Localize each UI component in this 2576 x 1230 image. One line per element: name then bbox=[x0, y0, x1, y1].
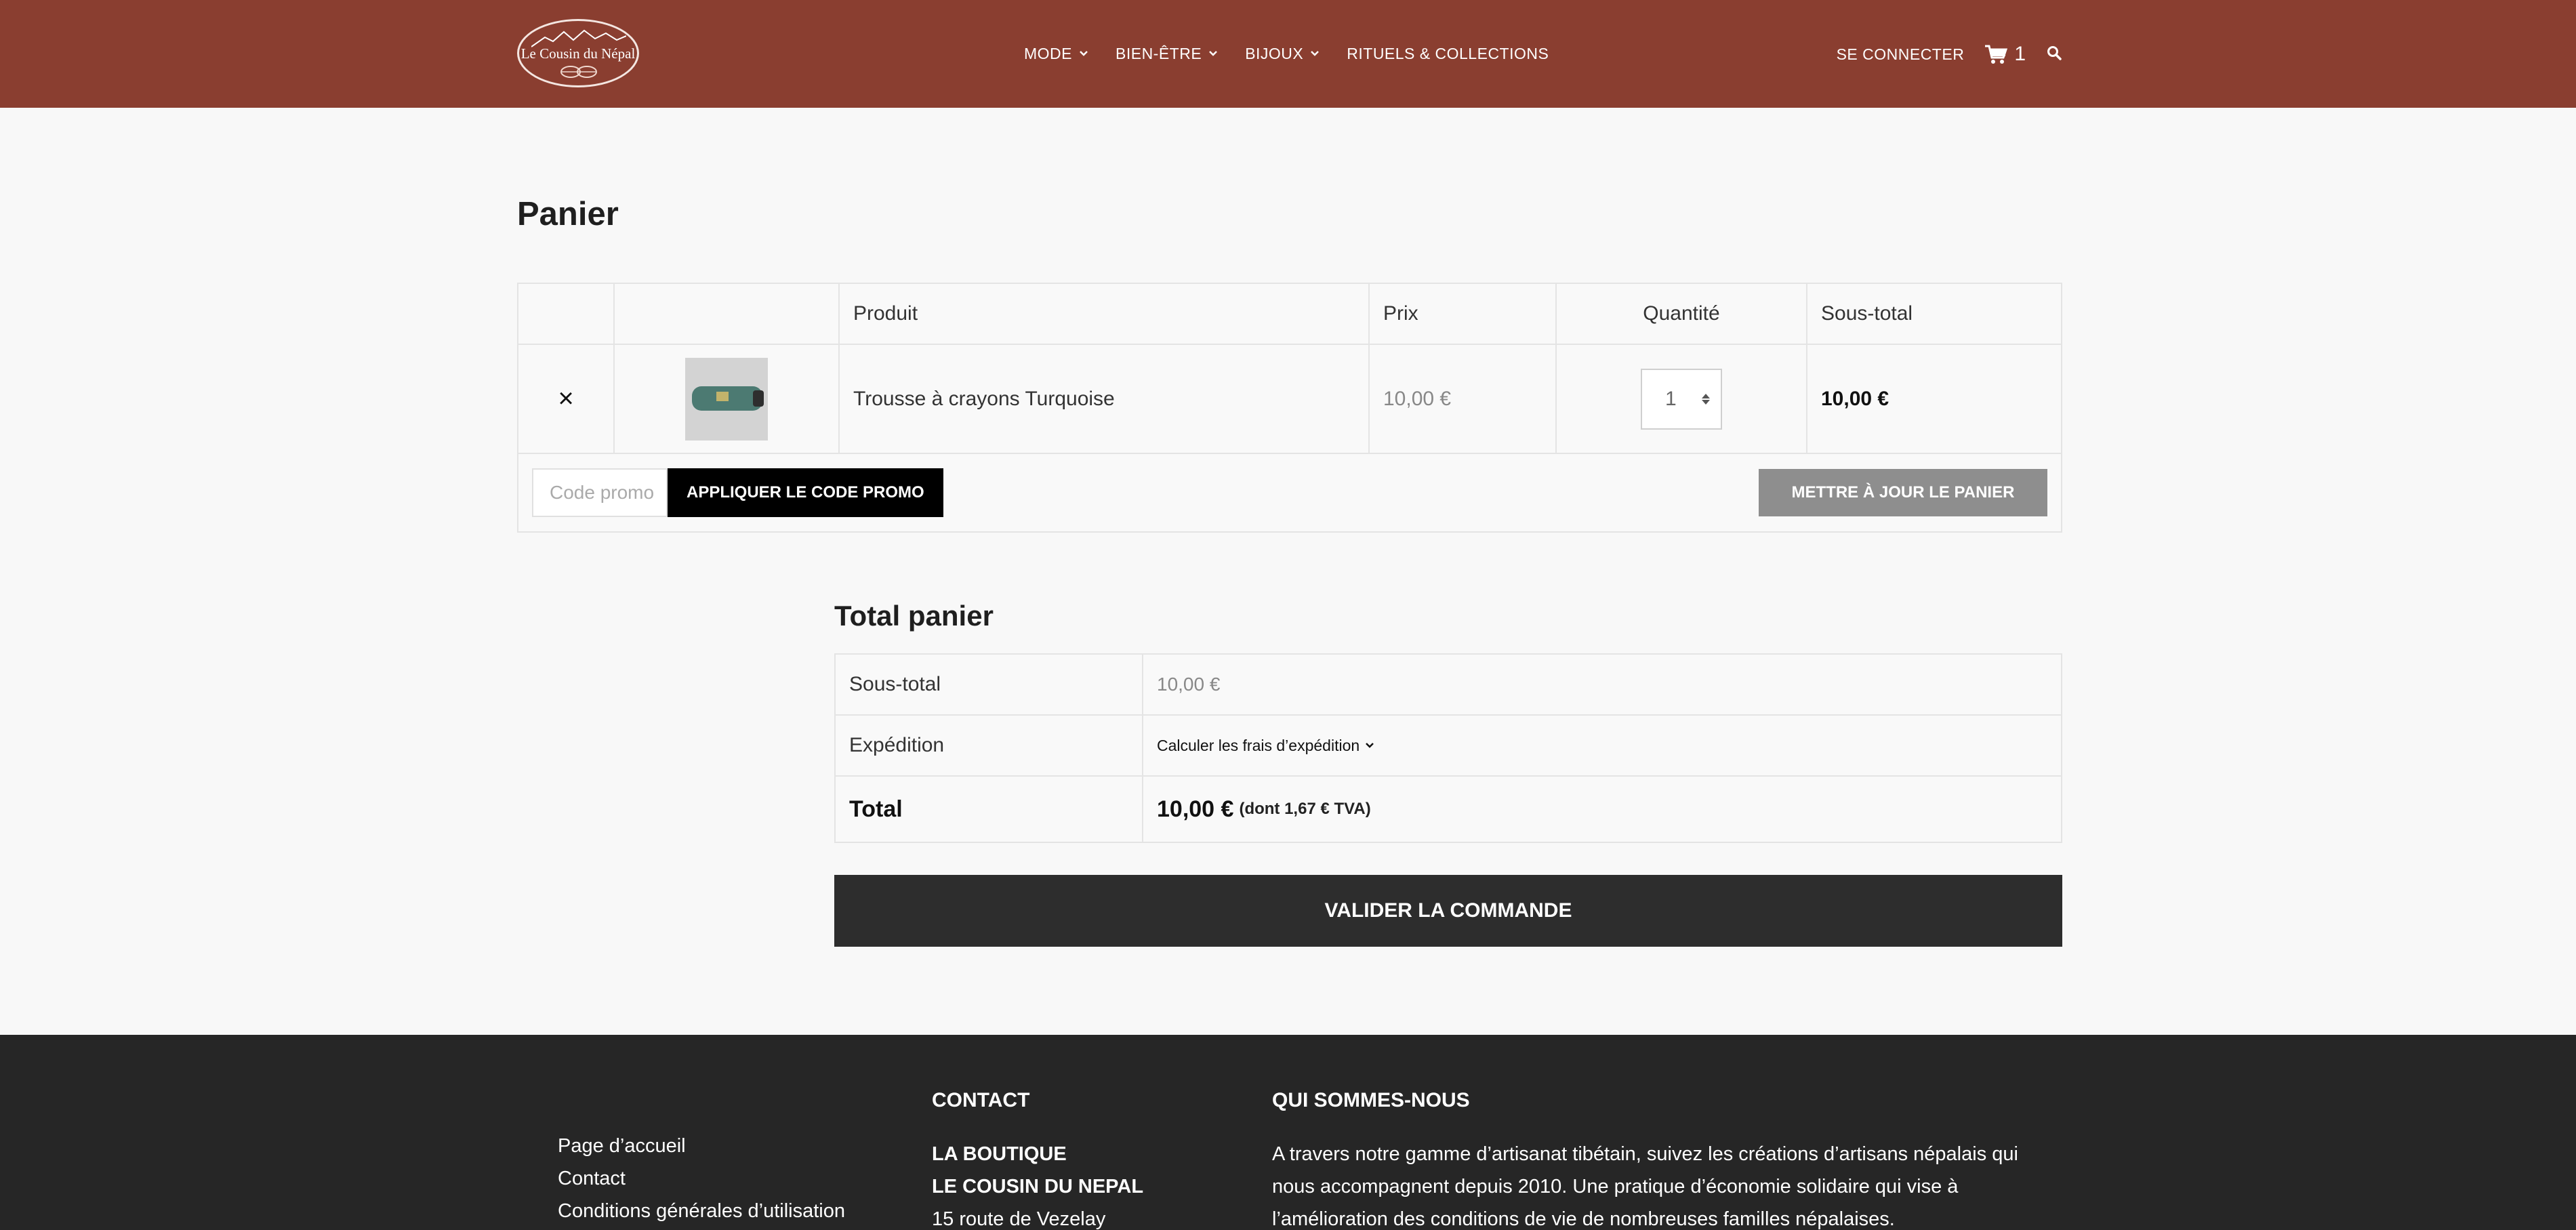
cart-count: 1 bbox=[2014, 43, 2026, 65]
ornament-icon bbox=[560, 66, 597, 78]
footer-about-title: QUI SOMMES-NOUS bbox=[1272, 1089, 1470, 1111]
nav-item-rituels-collections[interactable]: RITUELS & COLLECTIONS bbox=[1347, 45, 1549, 63]
search-icon bbox=[2047, 45, 2062, 60]
site-header: Le Cousin du Népal MODE BIEN-ÊTRE BIJOUX… bbox=[0, 0, 2576, 108]
stepper-arrows-icon[interactable] bbox=[1702, 393, 1710, 405]
coupon-input[interactable] bbox=[532, 468, 668, 517]
search-button[interactable] bbox=[2046, 45, 2062, 64]
column-header-remove bbox=[518, 284, 615, 344]
footer-contact: CONTACT LA BOUTIQUE LE COUSIN DU NEPAL 1… bbox=[932, 1089, 1143, 1229]
cart-totals-table: Sous-total 10,00 € Expédition Calculer l… bbox=[834, 653, 2062, 843]
footer-about-text: A travers notre gamme d’artisanat tibéta… bbox=[1272, 1143, 2018, 1230]
total-cell: 10,00 € (dont 1,67 € TVA) bbox=[1143, 777, 2061, 842]
cart-table: Produit Prix Quantité Sous-total × Trous… bbox=[517, 283, 2062, 533]
totals-row-shipping: Expédition Calculer les frais d’expéditi… bbox=[836, 716, 2061, 777]
column-header-thumbnail bbox=[615, 284, 840, 344]
shipping-calculator-toggle[interactable]: Calculer les frais d’expédition bbox=[1157, 737, 1374, 755]
column-header-quantity: Quantité bbox=[1557, 284, 1807, 344]
nav-label: BIJOUX bbox=[1245, 44, 1304, 62]
footer-contact-title: CONTACT bbox=[932, 1089, 1030, 1111]
contact-line: LA BOUTIQUE bbox=[932, 1143, 1067, 1165]
shipping-label: Expédition bbox=[836, 716, 1143, 775]
footer-link-home[interactable]: Page d’accueil bbox=[558, 1136, 845, 1156]
thumbnail-cell bbox=[615, 345, 840, 453]
product-subtotal: 10,00 € bbox=[1821, 387, 1889, 410]
total-label: Total bbox=[836, 777, 1143, 842]
cart-totals-title: Total panier bbox=[834, 600, 994, 632]
cart-icon bbox=[1985, 45, 2008, 64]
checkout-button[interactable]: VALIDER LA COMMANDE bbox=[834, 875, 2062, 947]
total-value: 10,00 € bbox=[1157, 796, 1234, 822]
product-thumbnail[interactable] bbox=[685, 357, 768, 440]
stepper-down-icon[interactable] bbox=[1702, 399, 1710, 405]
shipping-cell: Calculer les frais d’expédition bbox=[1143, 716, 2061, 775]
stepper-up-icon[interactable] bbox=[1702, 393, 1710, 398]
column-header-price: Prix bbox=[1370, 284, 1557, 344]
contact-line: LE COUSIN DU NEPAL bbox=[932, 1176, 1144, 1197]
apply-coupon-button[interactable]: APPLIQUER LE CODE PROMO bbox=[668, 468, 943, 517]
page-title: Panier bbox=[517, 196, 619, 232]
footer-links: Page d’accueil Contact Conditions généra… bbox=[558, 1136, 845, 1221]
subtotal-label: Sous-total bbox=[836, 655, 1143, 714]
main-nav: MODE BIEN-ÊTRE BIJOUX RITUELS & COLLECTI… bbox=[1024, 42, 1549, 65]
subtotal-value: 10,00 € bbox=[1157, 674, 1221, 695]
nav-item-bien-etre[interactable]: BIEN-ÊTRE bbox=[1116, 45, 1218, 63]
chevron-down-icon bbox=[1366, 743, 1374, 748]
quantity-value: 1 bbox=[1665, 387, 1677, 410]
footer-link-contact[interactable]: Contact bbox=[558, 1169, 845, 1189]
header-actions: SE CONNECTER 1 bbox=[1837, 39, 2062, 69]
zipper-shape bbox=[753, 390, 764, 407]
chevron-down-icon bbox=[1209, 51, 1218, 56]
coupon-form: APPLIQUER LE CODE PROMO bbox=[532, 468, 943, 517]
product-price: 10,00 € bbox=[1370, 345, 1557, 453]
nav-item-mode[interactable]: MODE bbox=[1024, 45, 1088, 63]
nav-label: RITUELS & COLLECTIONS bbox=[1347, 44, 1549, 62]
footer-contact-lines: LA BOUTIQUE LE COUSIN DU NEPAL 15 route … bbox=[932, 1145, 1143, 1229]
chevron-down-icon bbox=[1311, 51, 1320, 56]
update-cart-button[interactable]: METTRE À JOUR LE PANIER bbox=[1759, 469, 2047, 516]
chevron-down-icon bbox=[1080, 51, 1088, 56]
table-header-row: Produit Prix Quantité Sous-total bbox=[518, 284, 2061, 345]
table-row: × Trousse à crayons Turquoise 10,00 € 1 … bbox=[518, 345, 2061, 454]
product-name[interactable]: Trousse à crayons Turquoise bbox=[840, 345, 1370, 453]
site-logo[interactable]: Le Cousin du Népal bbox=[517, 19, 639, 87]
remove-cell: × bbox=[518, 345, 615, 453]
nav-label: BIEN-ÊTRE bbox=[1116, 44, 1202, 62]
footer-link-terms[interactable]: Conditions générales d’utilisation bbox=[558, 1202, 845, 1221]
login-link[interactable]: SE CONNECTER bbox=[1837, 45, 1965, 64]
logo-text: Le Cousin du Népal bbox=[520, 45, 636, 62]
nav-label: MODE bbox=[1024, 44, 1072, 62]
cart-actions-row: APPLIQUER LE CODE PROMO METTRE À JOUR LE… bbox=[518, 454, 2061, 531]
label-shape bbox=[716, 391, 729, 401]
nav-item-bijoux[interactable]: BIJOUX bbox=[1245, 45, 1320, 63]
tax-note: (dont 1,67 € TVA) bbox=[1239, 800, 1371, 818]
cart-button[interactable]: 1 bbox=[1984, 43, 2026, 66]
footer-about: QUI SOMMES-NOUS A travers notre gamme d’… bbox=[1272, 1089, 2051, 1230]
remove-item-icon[interactable]: × bbox=[558, 384, 573, 414]
site-footer: Page d’accueil Contact Conditions généra… bbox=[0, 1035, 2576, 1230]
column-header-subtotal: Sous-total bbox=[1821, 302, 1913, 325]
totals-row-total: Total 10,00 € (dont 1,67 € TVA) bbox=[836, 777, 2061, 842]
contact-line: 15 route de Vezelay bbox=[932, 1208, 1106, 1230]
quantity-cell: 1 bbox=[1557, 345, 1807, 453]
shipping-calculator-label: Calculer les frais d’expédition bbox=[1157, 736, 1360, 754]
totals-row-subtotal: Sous-total 10,00 € bbox=[836, 655, 2061, 716]
quantity-stepper[interactable]: 1 bbox=[1641, 368, 1722, 430]
column-header-product: Produit bbox=[840, 284, 1370, 344]
